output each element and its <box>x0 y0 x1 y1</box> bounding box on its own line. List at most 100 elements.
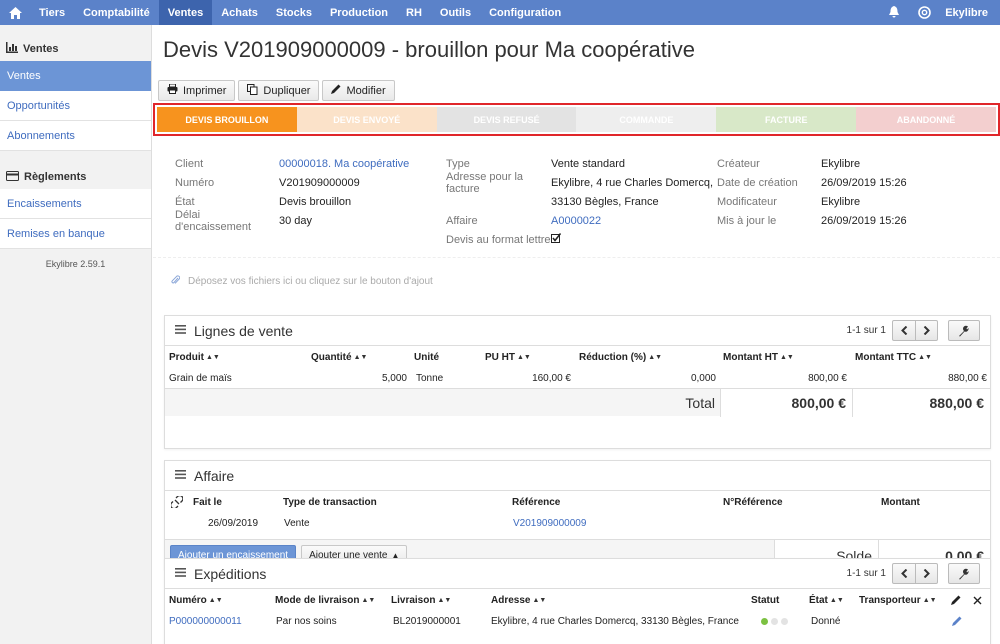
col-produit[interactable]: Produit ▲▼ <box>169 346 220 368</box>
col-reduction[interactable]: Réduction (%) ▲▼ <box>579 346 662 368</box>
sale-lines-total-row: Total 800,00 € 880,00 € <box>165 388 990 417</box>
nav-rh[interactable]: RH <box>397 0 431 25</box>
delai-label: Délai d'encaissement <box>175 208 252 233</box>
adresse-line2: 33130 Bègles, France <box>551 195 659 208</box>
edit-row-icon[interactable] <box>952 611 962 631</box>
wrench-icon[interactable] <box>948 320 980 341</box>
chevron-left-icon[interactable] <box>893 564 915 583</box>
file-dropzone[interactable]: Déposez vos fichiers ici ou cliquez sur … <box>153 257 1000 305</box>
date-creation-label: Date de création <box>717 176 798 189</box>
reference-link[interactable]: V201909000009 <box>513 513 586 533</box>
col-livraison[interactable]: Livraison ▲▼ <box>391 589 451 611</box>
client-link[interactable]: 00000018. Ma coopérative <box>279 158 409 170</box>
affaire-link[interactable]: A0000022 <box>551 215 601 227</box>
col-adresse[interactable]: Adresse ▲▼ <box>491 589 546 611</box>
col-quantite[interactable]: Quantité ▲▼ <box>311 346 367 368</box>
col-pu-ht[interactable]: PU HT ▲▼ <box>485 346 531 368</box>
status-stepper: DEVIS BROUILLON DEVIS ENVOYÉ DEVIS REFUS… <box>153 103 1000 136</box>
total-ttc: 880,00 € <box>852 389 990 417</box>
col-numero[interactable]: Numéro ▲▼ <box>169 589 223 611</box>
total-ht: 800,00 € <box>720 389 852 417</box>
type-value: Vente standard <box>551 157 626 170</box>
edit-button[interactable]: Modifier <box>322 80 395 101</box>
wrench-icon[interactable] <box>948 563 980 584</box>
sidebar-item-encaissements[interactable]: Encaissements <box>0 189 151 219</box>
sidebar-item-ventes[interactable]: Ventes <box>0 61 151 91</box>
nav-outils[interactable]: Outils <box>431 0 480 25</box>
step-devis-envoye[interactable]: DEVIS ENVOYÉ <box>296 107 437 132</box>
status-indicator <box>761 611 788 631</box>
sidebar-item-abonnements[interactable]: Abonnements <box>0 121 151 151</box>
nav-ventes[interactable]: Ventes <box>158 0 213 25</box>
delai-value: 30 day <box>279 214 313 227</box>
chevron-right-icon[interactable] <box>915 564 937 583</box>
user-menu[interactable]: Ekylibre <box>939 7 1000 19</box>
nav-stocks[interactable]: Stocks <box>267 0 321 25</box>
sale-lines-title: Lignes de vente <box>194 322 293 339</box>
step-abandonne[interactable]: ABANDONNÉ <box>856 107 996 132</box>
col-montant-ht[interactable]: Montant HT ▲▼ <box>723 346 794 368</box>
shipment-number-link[interactable]: P000000000011 <box>169 611 242 631</box>
nav-tiers[interactable]: Tiers <box>30 0 74 25</box>
chevron-right-icon[interactable] <box>915 321 937 340</box>
table-row: P000000000011 Par nos soins BL2019000001… <box>165 611 990 631</box>
list-icon <box>175 567 186 580</box>
sidebar-section-ventes: Ventes <box>0 37 151 61</box>
etat-label: État <box>175 195 195 208</box>
nav-production[interactable]: Production <box>321 0 397 25</box>
step-facture[interactable]: FACTURE <box>716 107 857 132</box>
paperclip-icon <box>171 275 181 288</box>
home-icon[interactable] <box>0 0 30 25</box>
duplicate-button[interactable]: Dupliquer <box>238 80 320 101</box>
format-lettre-label: Devis au format lettre <box>446 233 551 246</box>
shipments-title: Expéditions <box>194 565 267 582</box>
bell-icon[interactable] <box>879 0 909 25</box>
nav-comptabilite[interactable]: Comptabilité <box>74 0 159 25</box>
help-globe-icon[interactable] <box>909 0 939 25</box>
step-commande[interactable]: COMMANDE <box>576 107 717 132</box>
status-dot-grey <box>781 617 788 625</box>
sidebar-item-opportunites[interactable]: Opportunités <box>0 91 151 121</box>
adresse-label: Adresse pour la facture <box>446 170 524 195</box>
sale-lines-header: Produit ▲▼ Quantité ▲▼ Unité PU HT ▲▼ Réduc… <box>165 346 990 368</box>
affair-header: Fait le Type de transaction Référence N°… <box>165 491 990 513</box>
col-montant-ttc[interactable]: Montant TTC ▲▼ <box>855 346 932 368</box>
list-icon <box>175 324 186 337</box>
unlink-icon[interactable] <box>171 491 183 513</box>
status-dot-green <box>761 617 768 625</box>
mis-a-jour-label: Mis à jour le <box>717 214 777 227</box>
page-title: Devis V201909000009 - brouillon pour Ma … <box>163 37 696 62</box>
edit-icon[interactable] <box>951 589 961 611</box>
step-devis-refuse[interactable]: DEVIS REFUSÉ <box>436 107 577 132</box>
col-etat[interactable]: État ▲▼ <box>809 589 844 611</box>
sale-lines-pager: 1-1 sur 1 <box>847 320 938 341</box>
total-label: Total <box>685 395 715 411</box>
bar-chart-icon <box>6 42 18 56</box>
sidebar: Ventes Ventes Opportunités Abonnements R… <box>0 25 152 644</box>
nav-achats[interactable]: Achats <box>212 0 267 25</box>
sidebar-item-remises[interactable]: Remises en banque <box>0 219 151 249</box>
close-icon[interactable] <box>973 589 982 611</box>
shipments-panel: Expéditions 1-1 sur 1 Numéro ▲▼ Mode de l… <box>164 558 991 644</box>
col-statut: Statut <box>751 594 780 606</box>
col-transporteur[interactable]: Transporteur ▲▼ <box>859 589 937 611</box>
chevron-left-icon[interactable] <box>893 321 915 340</box>
credit-card-icon <box>6 170 19 184</box>
modificateur-value: Ekylibre <box>821 195 861 208</box>
top-navbar: Tiers Comptabilité Ventes Achats Stocks … <box>0 0 1000 25</box>
affair-panel: Affaire Fait le Type de transaction Réfé… <box>164 460 991 571</box>
nav-configuration[interactable]: Configuration <box>480 0 570 25</box>
print-button[interactable]: Imprimer <box>158 80 236 101</box>
shipments-header: Numéro ▲▼ Mode de livraison ▲▼ Livraison ▲▼… <box>165 589 990 611</box>
adresse-line1: Ekylibre, 4 rue Charles Domercq, <box>551 176 714 189</box>
action-toolbar: Imprimer Dupliquer Modifier <box>158 80 395 101</box>
modificateur-label: Modificateur <box>717 195 777 208</box>
printer-icon <box>167 83 178 97</box>
step-devis-brouillon[interactable]: DEVIS BROUILLON <box>157 107 297 132</box>
col-unite[interactable]: Unité <box>414 346 439 368</box>
type-label: Type <box>446 157 470 170</box>
copy-icon <box>247 83 258 98</box>
checkmark-icon <box>551 233 562 246</box>
sidebar-section-reglements: Règlements <box>0 165 151 189</box>
col-mode-livraison[interactable]: Mode de livraison ▲▼ <box>275 589 375 611</box>
